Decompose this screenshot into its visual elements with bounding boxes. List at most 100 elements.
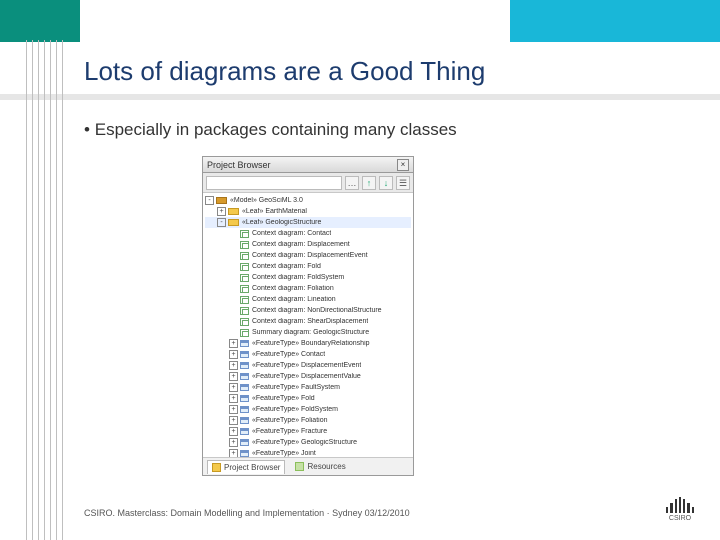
tab-resources[interactable]: Resources: [291, 460, 349, 474]
tree-node[interactable]: Context diagram: ShearDisplacement: [205, 316, 411, 327]
tree-node-label: Context diagram: Lineation: [252, 296, 336, 303]
class-icon: [240, 373, 249, 380]
tree-node-label: Context diagram: Foliation: [252, 285, 334, 292]
tree-node[interactable]: + «FeatureType» Joint: [205, 448, 411, 457]
class-icon: [240, 351, 249, 358]
tree-node[interactable]: + «FeatureType» FaultSystem: [205, 382, 411, 393]
panel-titlebar[interactable]: Project Browser ×: [203, 157, 413, 173]
tree-node[interactable]: -«Model» GeoSciML 3.0: [205, 195, 411, 206]
tree-node-label: Context diagram: FoldSystem: [252, 274, 344, 281]
class-icon: [240, 362, 249, 369]
tree-node[interactable]: +«FeatureType» Fold: [205, 393, 411, 404]
tree-node-label: «FeatureType» DisplacementValue: [252, 373, 361, 380]
slide-title: Lots of diagrams are a Good Thing: [84, 56, 485, 87]
tree-node[interactable]: +«FeatureType» Foliation: [205, 415, 411, 426]
tree-twisty-icon[interactable]: +: [229, 394, 238, 403]
tree-node-label: Context diagram: Contact: [252, 230, 331, 237]
tree-node[interactable]: Context diagram: FoldSystem: [205, 272, 411, 283]
tree-node[interactable]: - «Leaf» GeologicStructure: [205, 217, 411, 228]
diagram-icon: [240, 230, 249, 238]
close-icon[interactable]: ×: [397, 159, 409, 171]
panel-toolbar: … ↑ ↓ ☰: [203, 173, 413, 193]
tree-twisty-icon[interactable]: +: [229, 405, 238, 414]
class-icon: [240, 417, 249, 424]
tree-node-label: Context diagram: NonDirectionalStructure: [252, 307, 382, 314]
tree-twisty-icon[interactable]: -: [217, 218, 226, 227]
tree-twisty-icon[interactable]: +: [229, 438, 238, 447]
tree-node-label: «Leaf» GeologicStructure: [242, 219, 321, 226]
diagram-icon: [240, 296, 249, 304]
tree-node-label: «FeatureType» Contact: [252, 351, 325, 358]
panel-title: Project Browser: [207, 160, 271, 170]
toolbar-more-button[interactable]: …: [345, 176, 359, 190]
diagram-icon: [240, 285, 249, 293]
tree-twisty-icon[interactable]: +: [229, 350, 238, 359]
diagram-icon: [240, 263, 249, 271]
tree-node-label: «FeatureType» FaultSystem: [252, 384, 340, 391]
tree-twisty-icon[interactable]: -: [205, 196, 214, 205]
tree-twisty-icon[interactable]: +: [217, 207, 226, 216]
tree-node[interactable]: Context diagram: Contact: [205, 228, 411, 239]
accent-bar-left: [0, 0, 80, 42]
tree-node[interactable]: Context diagram: Displacement: [205, 239, 411, 250]
tree-node-label: «FeatureType» FoldSystem: [252, 406, 338, 413]
toolbar-up-button[interactable]: ↑: [362, 176, 376, 190]
header-band: Lots of diagrams are a Good Thing: [0, 0, 720, 106]
tree-node[interactable]: Context diagram: Fold: [205, 261, 411, 272]
tree-view[interactable]: -«Model» GeoSciML 3.0+«Leaf» EarthMateri…: [203, 193, 413, 457]
tree-twisty-icon[interactable]: +: [229, 383, 238, 392]
tab-resources-label: Resources: [307, 462, 345, 471]
tree-node[interactable]: + «FeatureType» GeologicStructure: [205, 437, 411, 448]
tree-node[interactable]: + «FeatureType» DisplacementEvent: [205, 360, 411, 371]
search-input[interactable]: [206, 176, 342, 190]
tree-twisty-icon[interactable]: +: [229, 372, 238, 381]
tree-node-label: «FeatureType» Joint: [252, 450, 316, 457]
tree-twisty-icon[interactable]: +: [229, 427, 238, 436]
tree-twisty-icon[interactable]: +: [229, 416, 238, 425]
model-icon: [216, 197, 227, 204]
tree-node[interactable]: +«FeatureType» BoundaryRelationship: [205, 338, 411, 349]
class-icon: [240, 340, 249, 347]
diagram-icon: [240, 318, 249, 326]
tree-node-label: Context diagram: ShearDisplacement: [252, 318, 368, 325]
tree-twisty-icon[interactable]: +: [229, 449, 238, 457]
tab-project-browser-label: Project Browser: [224, 463, 280, 472]
tree-node[interactable]: Context diagram: NonDirectionalStructure: [205, 305, 411, 316]
tree-node[interactable]: Context diagram: Foliation: [205, 283, 411, 294]
class-icon: [240, 450, 249, 457]
tree-node[interactable]: Context diagram: DisplacementEvent: [205, 250, 411, 261]
pkg-icon: [228, 219, 239, 226]
tree-node[interactable]: Context diagram: Lineation: [205, 294, 411, 305]
tree-node[interactable]: +«FeatureType» Fracture: [205, 426, 411, 437]
accent-bar-right: [510, 0, 720, 42]
tree-node-label: Context diagram: Displacement: [252, 241, 350, 248]
pkg-icon: [228, 208, 239, 215]
bullet-dot: •: [84, 120, 90, 140]
toolbar-down-button[interactable]: ↓: [379, 176, 393, 190]
class-icon: [240, 406, 249, 413]
tree-node-label: «FeatureType» DisplacementEvent: [252, 362, 361, 369]
project-browser-panel: Project Browser × … ↑ ↓ ☰ -«Model» GeoSc…: [202, 156, 414, 476]
tree-node[interactable]: + «FeatureType» FoldSystem: [205, 404, 411, 415]
class-icon: [240, 439, 249, 446]
tree-node-label: «FeatureType» GeologicStructure: [252, 439, 357, 446]
diagram-icon: [240, 307, 249, 315]
tree-node-label: «Leaf» EarthMaterial: [242, 208, 307, 215]
tree-node[interactable]: + «Leaf» EarthMaterial: [205, 206, 411, 217]
tree-node[interactable]: + «FeatureType» DisplacementValue: [205, 371, 411, 382]
tree-node[interactable]: Summary diagram: GeologicStructure: [205, 327, 411, 338]
panel-tabs: Project Browser Resources: [203, 457, 413, 475]
csiro-logo-text: CSIRO: [666, 515, 694, 522]
tree-node[interactable]: + «FeatureType» Contact: [205, 349, 411, 360]
folder-icon: [212, 463, 221, 472]
slide-footer: CSIRO. Masterclass: Domain Modelling and…: [84, 508, 410, 518]
diagram-icon: [240, 252, 249, 260]
header-rule: [0, 94, 720, 100]
toolbar-menu-button[interactable]: ☰: [396, 176, 410, 190]
tree-twisty-icon[interactable]: +: [229, 339, 238, 348]
resources-icon: [295, 462, 304, 471]
diagram-icon: [240, 274, 249, 282]
tree-twisty-icon[interactable]: +: [229, 361, 238, 370]
tab-project-browser[interactable]: Project Browser: [207, 460, 285, 474]
csiro-logo-icon: [666, 497, 694, 513]
